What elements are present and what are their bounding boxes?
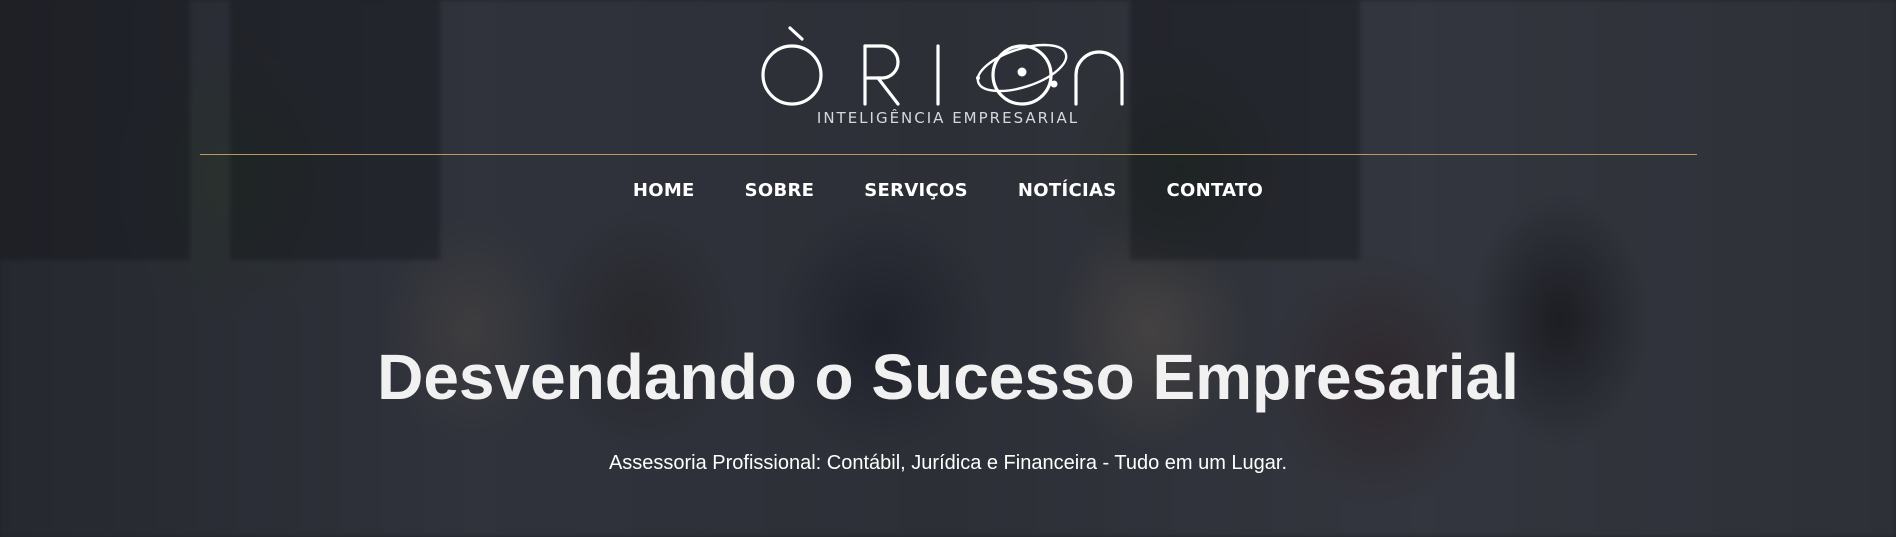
hero-subtitle: Assessoria Profissional: Contábil, Juríd… bbox=[608, 452, 1288, 474]
hero-title: Desvendando o Sucesso Empresarial bbox=[377, 341, 1519, 413]
nav-item-contato[interactable]: CONTATO bbox=[1166, 180, 1263, 201]
hero-section: INTELIGÊNCIA EMPRESARIAL HOME SOBRE SERV… bbox=[0, 0, 1896, 537]
nav-item-home[interactable]: HOME bbox=[633, 180, 695, 201]
nav-item-sobre[interactable]: SOBRE bbox=[745, 180, 815, 201]
nav-item-servicos[interactable]: SERVIÇOS bbox=[864, 180, 968, 201]
nav-item-noticias[interactable]: NOTÍCIAS bbox=[1018, 180, 1117, 201]
main-navigation: HOME SOBRE SERVIÇOS NOTÍCIAS CONTATO bbox=[0, 180, 1896, 201]
brand-tagline: INTELIGÊNCIA EMPRESARIAL bbox=[816, 109, 1080, 127]
hero-content: INTELIGÊNCIA EMPRESARIAL HOME SOBRE SERV… bbox=[0, 0, 1896, 537]
header-divider bbox=[200, 154, 1697, 155]
